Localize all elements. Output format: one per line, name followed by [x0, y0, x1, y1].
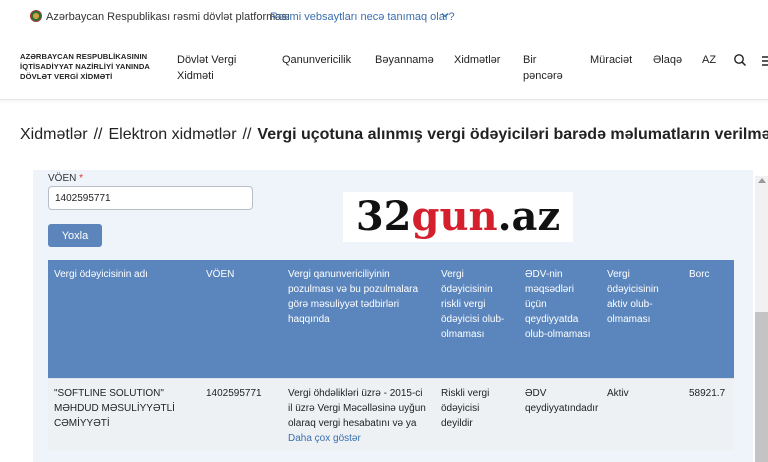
check-button[interactable]: Yoxla [48, 224, 102, 247]
nav-item-appeal[interactable]: Müraciət [590, 52, 632, 68]
column-header-violations: Vergi qanunvericiliyinin pozulması və bu… [282, 260, 435, 378]
watermark-logo: 32 gun .az [343, 192, 573, 242]
nav-item-contact[interactable]: Əlaqə [653, 52, 682, 68]
column-header-active: Vergi ödəyicisinin aktiv olub-olmaması [601, 260, 683, 378]
watermark-part-gun: gun [411, 193, 498, 240]
breadcrumb-separator: // [242, 126, 252, 143]
required-mark: * [79, 173, 84, 184]
column-header-debt: Borc [683, 260, 734, 378]
cell-voen: 1402595771 [200, 377, 282, 450]
cell-active: Aktiv [601, 377, 683, 450]
breadcrumb-e-services[interactable]: Elektron xidmətlər [108, 126, 236, 143]
menu-icon[interactable] [762, 54, 768, 68]
violations-text: Vergi öhdəlikləri üzrə - 2015-ci il üzrə… [288, 387, 426, 429]
nav-item-legislation[interactable]: Qanunvericilik [282, 52, 351, 68]
scroll-up-arrow-icon[interactable] [758, 178, 766, 183]
breadcrumb: Xidmətlər // Elektron xidmətlər // Vergi uço… [20, 126, 768, 144]
language-switch[interactable]: AZ [702, 52, 716, 68]
breadcrumb-separator: // [93, 126, 103, 143]
nav-item-declaration[interactable]: Bəyannamə [375, 52, 434, 68]
show-more-link[interactable]: Daha çox göstər [288, 431, 429, 446]
voen-input[interactable] [48, 186, 253, 210]
nav-item-services[interactable]: Xidmətlər [454, 52, 500, 68]
cell-violations: Vergi öhdəlikləri üzrə - 2015-ci il üzrə… [282, 377, 435, 450]
nav-item-dvx[interactable]: Dövlət Vergi Xidməti [177, 52, 267, 84]
voen-label: VÖEN * [48, 173, 83, 184]
table-row: "SOFTLINE SOLUTION" MƏHDUD MƏSULİYYƏTLİ … [48, 377, 734, 450]
gov-platform-bar: Azərbaycan Respublikası rəsmi dövlət pla… [0, 0, 768, 36]
cell-vat: ƏDV qeydiyyatındadır [519, 377, 601, 450]
taxpayer-table: Vergi ödəyicisinin adı VÖEN Vergi qanunv… [48, 260, 734, 450]
column-header-voen: VÖEN [200, 260, 282, 378]
scrollbar-thumb[interactable] [755, 312, 768, 462]
cell-risky: Riskli vergi ödəyicisi deyildir [435, 377, 519, 450]
nav-item-single-window[interactable]: Bir pəncərə [523, 52, 569, 84]
breadcrumb-current: Vergi uçotuna alınmış vergi ödəyiciləri … [257, 126, 768, 143]
official-sites-link[interactable]: Rəsmi vebsaytları necə tanımaq olar? [270, 11, 455, 23]
chevron-down-icon[interactable] [440, 10, 450, 20]
ministry-logo-text[interactable]: AZƏRBAYCAN RESPUBLİKASININ İQTİSADİYYAT … [20, 52, 170, 82]
gov-platform-text: Azərbaycan Respublikası rəsmi dövlət pla… [46, 11, 290, 23]
emblem-icon [30, 10, 42, 22]
voen-label-text: VÖEN [48, 173, 77, 184]
search-icon[interactable] [733, 53, 747, 67]
cell-debt: 58921.7 [683, 377, 734, 450]
breadcrumb-services[interactable]: Xidmətlər [20, 126, 88, 143]
column-header-vat: ƏDV-nin məqsədləri üçün qeydiyyatda olub… [519, 260, 601, 378]
table-header-row: Vergi ödəyicisinin adı VÖEN Vergi qanunv… [48, 260, 734, 378]
watermark-part-number: 32 [355, 193, 412, 240]
column-header-risky: Vergi ödəyicisinin riskli vergi ödəyicis… [435, 260, 519, 378]
cell-name: "SOFTLINE SOLUTION" MƏHDUD MƏSULİYYƏTLİ … [48, 377, 200, 450]
watermark-part-domain: .az [497, 193, 561, 240]
site-header: AZƏRBAYCAN RESPUBLİKASININ İQTİSADİYYAT … [0, 36, 768, 100]
column-header-name: Vergi ödəyicisinin adı [48, 260, 200, 378]
